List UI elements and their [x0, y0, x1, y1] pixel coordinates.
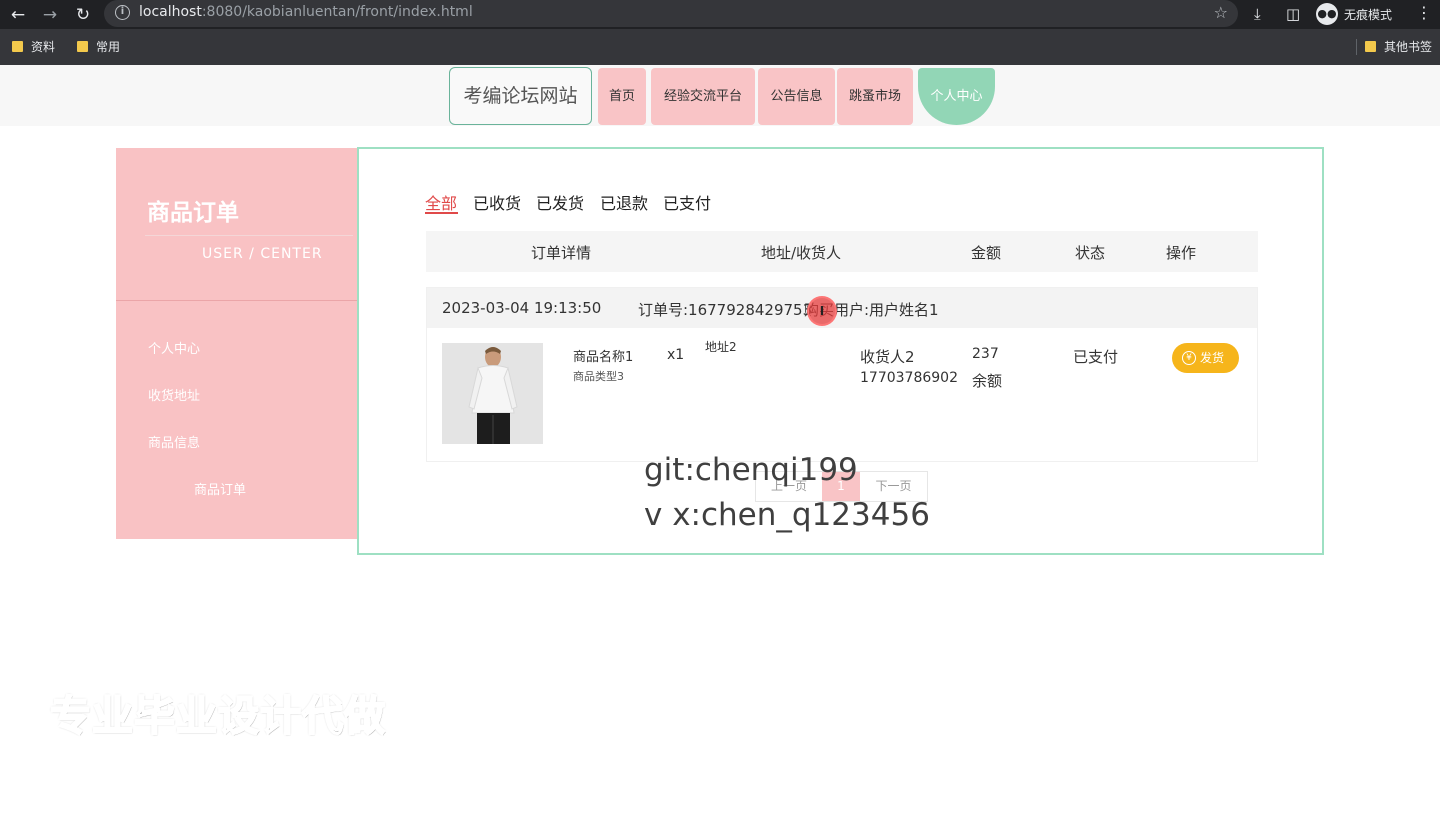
product-name: 商品名称1 [573, 350, 634, 365]
sidebar-divider [145, 235, 353, 236]
tab-received[interactable]: 已收货 [473, 190, 521, 214]
sidebar-item-personal-center[interactable]: 个人中心 [148, 338, 200, 357]
watermark-ad: 专业毕业设计代做 [49, 691, 386, 741]
sidebar-subtitle: USER / CENTER [202, 246, 323, 262]
more-menu-icon[interactable]: ⋮ [1416, 3, 1432, 22]
reload-icon[interactable]: ↻ [72, 4, 94, 26]
product-image[interactable] [442, 343, 543, 444]
watermark-git: git:chenqi199 [644, 452, 858, 488]
user-center-sidebar: 商品订单 USER / CENTER 个人中心 收货地址 商品信息 商品订单 [116, 148, 358, 539]
site-navbar: 考编论坛网站 首页 经验交流平台 公告信息 跳蚤市场 个人中心 [0, 65, 1440, 126]
active-tab-indicator [425, 212, 458, 214]
yen-icon: ¥ [1182, 351, 1196, 365]
table-header: 订单详情 地址/收货人 金额 状态 操作 [426, 231, 1258, 272]
forward-arrow-icon[interactable]: → [39, 4, 61, 26]
bookmark-divider [1356, 39, 1357, 55]
order-status: 已支付 [1073, 348, 1119, 366]
sidebar-item-orders[interactable]: 商品订单 [194, 479, 246, 498]
url-text[interactable]: localhost:8080/kaobianluentan/front/inde… [139, 4, 473, 20]
order-card: 2023-03-04 19:13:50 订单号:1677928429753 购买… [426, 287, 1258, 462]
nav-announcements[interactable]: 公告信息 [758, 68, 835, 125]
bookmark-label: 常用 [96, 40, 121, 54]
url-path: :8080/kaobianluentan/front/index.html [201, 4, 473, 20]
download-icon[interactable]: ⤓ [1254, 4, 1261, 24]
other-bookmarks[interactable]: 其他书签 [1365, 38, 1432, 55]
product-shirt-image [442, 343, 543, 444]
ship-button-label: 发货 [1200, 351, 1225, 365]
nav-home[interactable]: 首页 [598, 68, 646, 125]
tab-refunded[interactable]: 已退款 [600, 190, 648, 214]
sidebar-item-address[interactable]: 收货地址 [148, 385, 200, 404]
mouse-cursor-indicator: I [807, 296, 837, 326]
receiver-phone: 17703786902 [860, 370, 958, 386]
watermark-wechat: v x:chen_q123456 [644, 497, 930, 533]
order-number: 订单号:1677928429753 [638, 301, 813, 319]
shipping-address: 地址2 [705, 340, 737, 354]
site-info-icon[interactable]: i [115, 5, 130, 20]
address-bar[interactable]: i localhost:8080/kaobianluentan/front/in… [104, 0, 1238, 27]
bookmark-label: 资料 [31, 40, 56, 54]
receiver-name: 收货人2 [860, 348, 915, 366]
sidebar-item-products[interactable]: 商品信息 [148, 432, 200, 451]
bookmark-label: 其他书签 [1384, 40, 1433, 54]
nav-experience-exchange[interactable]: 经验交流平台 [651, 68, 755, 125]
order-amount: 237 [972, 346, 999, 362]
ship-button[interactable]: ¥ 发货 [1172, 343, 1239, 373]
orders-panel: 全部 已收货 已发货 已退款 已支付 订单详情 地址/收货人 金额 状态 操作 … [357, 147, 1324, 555]
product-type: 商品类型3 [573, 370, 624, 383]
tab-shipped[interactable]: 已发货 [536, 190, 584, 214]
folder-icon [12, 41, 23, 52]
folder-icon [77, 41, 88, 52]
sidebar-title: 商品订单 [147, 200, 239, 226]
url-host: localhost [139, 4, 202, 20]
column-header: 金额 [971, 244, 1002, 262]
order-header: 2023-03-04 19:13:50 订单号:1677928429753 购买… [427, 288, 1257, 328]
payment-method: 余额 [972, 372, 1003, 390]
incognito-label: 无痕模式 [1344, 8, 1393, 22]
tab-paid[interactable]: 已支付 [663, 190, 711, 214]
browser-toolbar: ← → ↻ i localhost:8080/kaobianluentan/fr… [0, 0, 1440, 29]
bookmark-folder[interactable]: 资料 [12, 38, 55, 55]
bookmark-star-icon[interactable]: ☆ [1214, 3, 1228, 22]
column-header: 操作 [1166, 244, 1197, 262]
back-arrow-icon[interactable]: ← [7, 4, 29, 26]
bookmarks-bar: 资料 常用 其他书签 [0, 29, 1440, 65]
bookmark-folder[interactable]: 常用 [77, 38, 120, 55]
nav-personal-center[interactable]: 个人中心 [918, 68, 995, 125]
folder-icon [1365, 41, 1376, 52]
nav-flea-market[interactable]: 跳蚤市场 [837, 68, 913, 125]
column-header: 状态 [1075, 244, 1106, 262]
incognito-icon[interactable]: ●● [1316, 3, 1338, 25]
tab-all[interactable]: 全部 [425, 190, 457, 214]
site-logo[interactable]: 考编论坛网站 [449, 67, 592, 125]
column-header: 订单详情 [531, 244, 592, 262]
product-quantity: x1 [667, 347, 685, 363]
sidebar-divider [116, 300, 358, 301]
side-panel-icon[interactable]: ◫ [1286, 4, 1300, 24]
order-time: 2023-03-04 19:13:50 [442, 299, 602, 317]
column-header: 地址/收货人 [761, 244, 842, 262]
